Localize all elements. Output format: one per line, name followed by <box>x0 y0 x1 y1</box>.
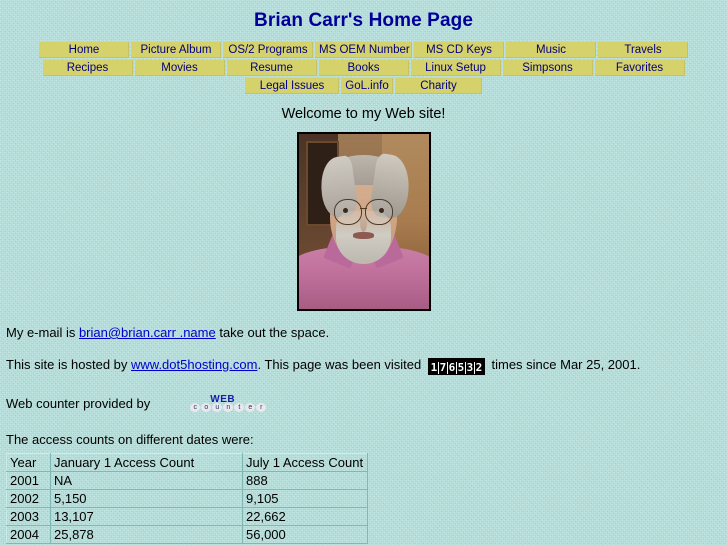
web-counter-logo-letter: t <box>234 403 245 412</box>
email-link[interactable]: brian@brian.carr .name <box>79 325 216 340</box>
host-prefix-text: This site is hosted by <box>6 357 131 372</box>
table-row: 2003 13,107 22,662 <box>6 507 369 526</box>
table-row: 2001 NA 888 <box>6 471 369 490</box>
hit-counter-digit: 5 <box>456 361 466 374</box>
nav-button-ms-cd-keys[interactable]: MS CD Keys <box>414 42 504 58</box>
welcome-heading: Welcome to my Web site! <box>281 106 446 122</box>
host-suffix-text: times since Mar 25, 2001. <box>487 357 641 372</box>
table-header-july: July 1 Access Count <box>241 453 369 472</box>
table-cell-year: 2004 <box>6 525 51 544</box>
table-header-row: Year January 1 Access Count July 1 Acces… <box>6 453 369 472</box>
hit-counter-digit: 3 <box>465 361 475 374</box>
nav-row-3: Legal Issues GoL.info Charity <box>0 78 727 94</box>
hit-counter-digit: 7 <box>438 361 448 374</box>
access-counts-intro: The access counts on different dates wer… <box>6 432 254 447</box>
nav-row-2: Recipes Movies Resume Books Linux Setup … <box>0 60 727 76</box>
nav-button-charity[interactable]: Charity <box>395 78 482 94</box>
web-counter-logo-letter: u <box>212 403 223 412</box>
web-counter-logo-bottom-text: counter <box>190 403 267 412</box>
table-row: 2004 25,878 56,000 <box>6 525 369 544</box>
email-line: My e-mail is brian@brian.carr .name take… <box>0 325 727 340</box>
web-counter-logo-letter: n <box>223 403 234 412</box>
nav-button-resume[interactable]: Resume <box>226 60 317 76</box>
table-cell-july: 888 <box>241 471 369 490</box>
table-cell-july: 9,105 <box>241 489 369 508</box>
table-cell-july: 22,662 <box>241 507 369 526</box>
table-row: 2002 5,150 9,105 <box>6 489 369 508</box>
nav-button-os2-programs[interactable]: OS/2 Programs <box>223 42 313 58</box>
hit-counter: 176532 <box>427 358 485 375</box>
portrait-photo <box>296 132 431 311</box>
web-counter-logo-letter: o <box>201 403 212 412</box>
nav-button-linux-setup[interactable]: Linux Setup <box>410 60 501 76</box>
table-header-year: Year <box>6 453 51 472</box>
hosting-line: This site is hosted by www.dot5hosting.c… <box>0 357 727 375</box>
table-cell-january: 5,150 <box>50 489 243 508</box>
host-link[interactable]: www.dot5hosting.com <box>131 357 257 372</box>
page-title: Brian Carr's Home Page <box>254 10 473 31</box>
web-counter-logo-icon[interactable]: WEB counter <box>190 392 278 414</box>
nav-button-simpsons[interactable]: Simpsons <box>502 60 593 76</box>
table-cell-january: 25,878 <box>50 525 243 544</box>
nav-button-recipes[interactable]: Recipes <box>42 60 133 76</box>
nav-button-gol-info[interactable]: GoL.info <box>341 78 393 94</box>
host-mid-text: . This page was been visited <box>257 357 425 372</box>
nav-row-1: Home Picture Album OS/2 Programs MS OEM … <box>0 42 727 58</box>
nav-button-home[interactable]: Home <box>39 42 129 58</box>
web-counter-line: Web counter provided by WEB counter <box>0 392 727 414</box>
nav-button-favorites[interactable]: Favorites <box>594 60 685 76</box>
nav-button-ms-oem-number[interactable]: MS OEM Number <box>315 42 412 58</box>
table-cell-january: 13,107 <box>50 507 243 526</box>
hit-counter-digit: 6 <box>447 361 457 374</box>
nav-button-books[interactable]: Books <box>318 60 409 76</box>
table-cell-january: NA <box>50 471 243 490</box>
portrait-photo-area <box>0 132 727 311</box>
hit-counter-digit: 2 <box>474 361 483 374</box>
hit-counter-digit: 1 <box>429 361 439 374</box>
nav-button-music[interactable]: Music <box>506 42 596 58</box>
nav-button-picture-album[interactable]: Picture Album <box>131 42 221 58</box>
web-counter-label: Web counter provided by <box>6 395 151 411</box>
table-cell-year: 2001 <box>6 471 51 490</box>
nav-button-movies[interactable]: Movies <box>134 60 225 76</box>
email-prefix-text: My e-mail is <box>6 325 79 340</box>
navigation-bar: Home Picture Album OS/2 Programs MS OEM … <box>0 42 727 94</box>
web-counter-logo-letter: c <box>190 403 201 412</box>
table-cell-july: 56,000 <box>241 525 369 544</box>
web-counter-logo-letter: e <box>245 403 256 412</box>
web-counter-logo-letter: r <box>256 403 267 412</box>
table-cell-year: 2002 <box>6 489 51 508</box>
table-header-january: January 1 Access Count <box>50 453 243 472</box>
access-counts-table: Year January 1 Access Count July 1 Acces… <box>6 453 369 544</box>
nav-button-travels[interactable]: Travels <box>598 42 688 58</box>
email-suffix-text: take out the space. <box>215 325 330 340</box>
table-cell-year: 2003 <box>6 507 51 526</box>
nav-button-legal-issues[interactable]: Legal Issues <box>245 78 339 94</box>
